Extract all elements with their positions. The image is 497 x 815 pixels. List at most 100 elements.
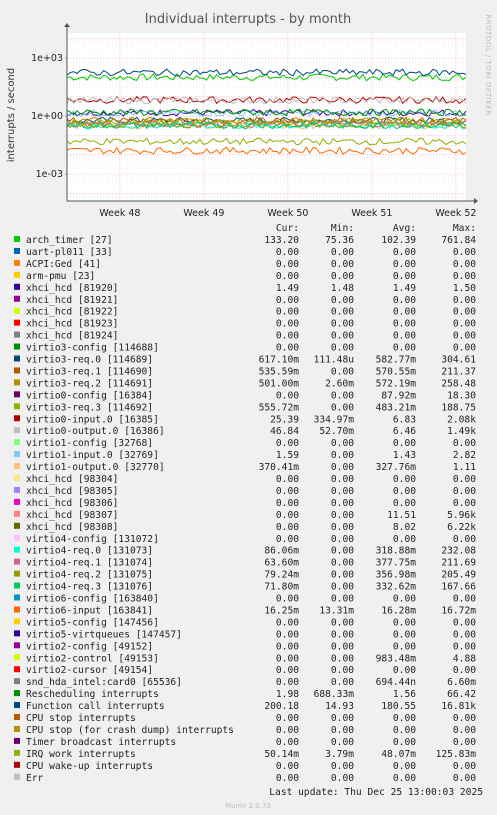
legend-series-name: virtio5-virtqueues [147457] — [26, 629, 182, 640]
legend-value-max: 0.00 — [453, 617, 476, 628]
legend-value-min: 0.00 — [331, 295, 354, 306]
legend-value-max: 0.00 — [453, 641, 476, 652]
legend-value-avg: 0.00 — [393, 629, 416, 640]
munin-graph: Individual interrupts - by month interru… — [0, 0, 497, 815]
legend-series-name: virtio4-req.0 [131073] — [26, 546, 153, 557]
legend-value-cur: 0.00 — [276, 725, 299, 736]
legend-value-cur: 0.00 — [276, 510, 299, 521]
legend-series-name: virtio3-config [114688] — [26, 343, 159, 354]
legend-value-cur: 0.00 — [276, 307, 299, 318]
legend-series-name: virtio0-output.0 [16386] — [26, 426, 165, 437]
legend-swatch — [14, 582, 20, 589]
legend-value-cur: 0.00 — [276, 438, 299, 449]
legend-value-cur: 0.00 — [276, 534, 299, 545]
legend-value-avg: 572.19m — [376, 378, 417, 389]
legend-swatch — [14, 630, 20, 637]
legend-value-avg: 0.00 — [393, 725, 416, 736]
legend-value-cur: 0.00 — [276, 522, 299, 533]
legend-swatch — [14, 725, 20, 732]
legend-series-name: xhci_hcd [98306] — [26, 498, 118, 509]
legend-value-cur: 1.49 — [276, 283, 299, 294]
legend-series-name: virtio1-config [32768] — [26, 438, 153, 449]
legend-value-cur: 0.00 — [276, 761, 299, 772]
legend-swatch — [14, 295, 20, 302]
legend-swatch — [14, 714, 20, 720]
legend-series-name: virtio3-req.1 [114690] — [26, 366, 153, 377]
legend-value-max: 167.66 — [441, 582, 476, 593]
legend-value-max: 205.49 — [441, 570, 476, 581]
legend-value-cur: 0.00 — [276, 271, 299, 282]
legend-value-max: 0.00 — [453, 665, 476, 676]
legend-swatch — [14, 283, 20, 290]
legend-value-min: 0.00 — [331, 773, 354, 784]
legend-series-name: virtio3-req.0 [114689] — [26, 355, 153, 366]
legend-series-name: virtio6-input [163841] — [26, 605, 153, 616]
legend-value-cur: 86.06m — [264, 546, 299, 557]
legend-series-name: CPU stop (for crash dump) interrupts — [26, 725, 234, 736]
legend-value-cur: 617.10m — [259, 355, 300, 366]
legend-series-name: virtio2-config [49152] — [26, 641, 153, 652]
legend-value-cur: 25.39 — [270, 414, 299, 425]
legend-series-name: Function call interrupts — [26, 701, 165, 712]
legend-column-header: Min: — [331, 223, 354, 234]
legend-value-min: 0.00 — [331, 271, 354, 282]
legend-value-min: 3.79m — [325, 749, 354, 760]
legend-value-min: 0.00 — [331, 594, 354, 605]
legend-series-name: virtio2-control [49153] — [26, 653, 159, 664]
legend-value-avg: 0.00 — [393, 319, 416, 330]
legend-series-name: Timer broadcast interrupts — [26, 737, 176, 748]
legend-swatch — [14, 690, 20, 697]
legend-value-min: 0.00 — [331, 522, 354, 533]
legend-value-min: 0.00 — [331, 665, 354, 676]
legend-series-name: virtio3-req.2 [114691] — [26, 378, 153, 389]
legend-value-avg: 8.02 — [393, 522, 416, 533]
legend-swatch — [14, 259, 20, 266]
chart-title: Individual interrupts - by month — [145, 12, 351, 27]
legend-value-cur: 71.80m — [264, 582, 299, 593]
legend-swatch — [14, 319, 20, 326]
legend-value-avg: 0.00 — [393, 737, 416, 748]
legend-swatch — [14, 546, 20, 553]
legend-value-avg: 582.77m — [376, 355, 417, 366]
legend-value-max: 0.00 — [453, 737, 476, 748]
legend-value-max: 6.60m — [447, 677, 476, 688]
legend-swatch — [14, 642, 20, 649]
legend-swatch — [14, 403, 20, 410]
legend-series-name: virtio5-config [147456] — [26, 617, 159, 628]
legend-swatch — [14, 773, 20, 780]
legend-value-avg: 0.00 — [393, 307, 416, 318]
legend-swatch — [14, 761, 20, 768]
legend-swatch — [14, 427, 20, 434]
legend-value-max: 16.72m — [441, 605, 476, 616]
legend-value-max: 0.00 — [453, 534, 476, 545]
legend-value-cur: 0.00 — [276, 737, 299, 748]
legend-value-avg: 0.00 — [393, 259, 416, 270]
legend-swatch — [14, 415, 20, 422]
legend-series-name: virtio4-config [131072] — [26, 534, 159, 545]
legend-value-max: 0.00 — [453, 486, 476, 497]
legend-value-avg: 1.49 — [393, 283, 416, 294]
legend-value-avg: 11.51 — [387, 510, 416, 521]
legend-value-cur: 370.41m — [259, 462, 300, 473]
y-tick-label: 1e+00 — [31, 111, 63, 122]
legend-value-avg: 1.43 — [393, 450, 416, 461]
x-tick-label: Week 50 — [267, 208, 308, 219]
legend-swatch — [14, 534, 20, 541]
legend-swatch — [14, 702, 20, 709]
legend-value-avg: 0.00 — [393, 713, 416, 724]
legend-value-avg: 180.55 — [381, 701, 416, 712]
legend-swatch — [14, 475, 20, 481]
legend-value-max: 232.08 — [441, 546, 476, 557]
legend-value-max: 0.00 — [453, 307, 476, 318]
legend-value-cur: 0.00 — [276, 773, 299, 784]
legend-value-cur: 0.00 — [276, 677, 299, 688]
legend-value-max: 0.00 — [453, 773, 476, 784]
legend-value-min: 0.00 — [331, 462, 354, 473]
legend-value-max: 304.61 — [441, 355, 476, 366]
legend-value-max: 0.00 — [453, 713, 476, 724]
legend-value-min: 0.00 — [331, 343, 354, 354]
legend-value-min: 0.00 — [331, 510, 354, 521]
legend-value-max: 1.49k — [447, 426, 476, 437]
legend-value-avg: 332.62m — [376, 582, 417, 593]
legend-swatch — [14, 486, 20, 493]
